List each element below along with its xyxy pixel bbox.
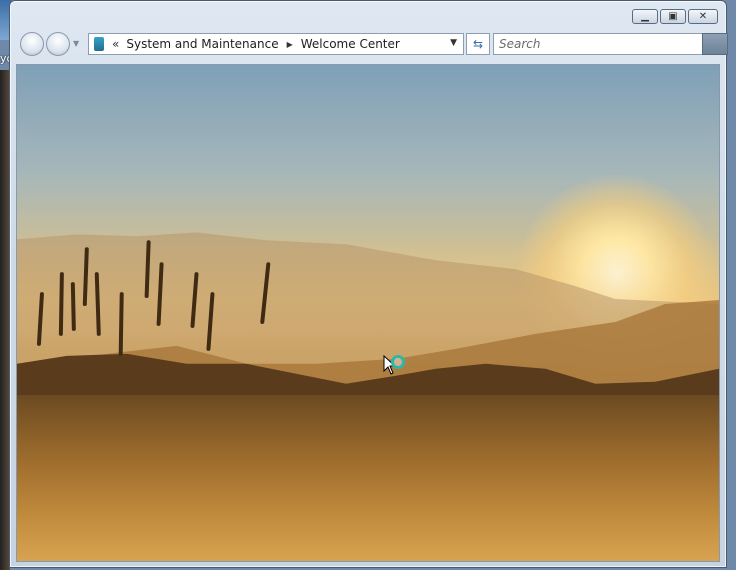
control-panel-icon [94, 37, 104, 51]
search-button[interactable] [702, 33, 728, 55]
close-button[interactable]: ✕ [688, 9, 718, 24]
forward-button[interactable] [46, 32, 70, 56]
recent-pages-dropdown-icon[interactable]: ▼ [73, 39, 79, 48]
caption-buttons: ▁ ▣ ✕ [632, 9, 718, 24]
search-input[interactable]: Search [493, 33, 703, 55]
minimize-icon: ▁ [641, 10, 649, 22]
address-bar[interactable]: « System and Maintenance ▶ Welcome Cente… [88, 33, 464, 55]
busy-cursor [383, 354, 405, 379]
breadcrumb-separator-icon[interactable]: ▶ [287, 40, 293, 49]
address-dropdown-icon[interactable]: ▼ [450, 38, 457, 48]
refresh-button[interactable]: ⇆ [466, 33, 490, 55]
breadcrumb-overflow[interactable]: « [112, 37, 119, 51]
content-area [16, 64, 720, 562]
breadcrumb-system-and-maintenance[interactable]: System and Maintenance [126, 37, 278, 51]
close-icon: ✕ [698, 10, 708, 22]
maximize-icon: ▣ [668, 10, 678, 22]
foreground-grass [17, 395, 719, 561]
explorer-window: ▁ ▣ ✕ ▼ « System and Maintenance ▶ Welco… [9, 0, 728, 568]
back-button[interactable] [20, 32, 44, 56]
minimize-button[interactable]: ▁ [632, 9, 658, 24]
maximize-button[interactable]: ▣ [660, 9, 686, 24]
navigation-bar: ▼ « System and Maintenance ▶ Welcome Cen… [18, 32, 728, 58]
breadcrumb-welcome-center[interactable]: Welcome Center [301, 37, 400, 51]
refresh-icon: ⇆ [472, 37, 484, 51]
busy-spinner-icon [391, 355, 405, 369]
